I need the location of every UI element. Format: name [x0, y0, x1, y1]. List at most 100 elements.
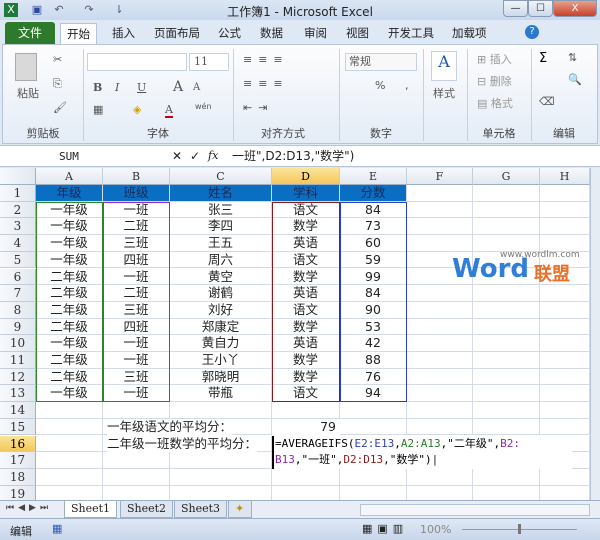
zoom-slider-thumb[interactable] — [518, 524, 521, 534]
sheet-nav-arrows[interactable]: ⏮◀▶⏭ — [6, 503, 52, 513]
cell-H15[interactable] — [540, 418, 590, 436]
macro-record-icon[interactable]: ▦ — [52, 522, 62, 535]
cell-A16[interactable] — [36, 435, 103, 453]
cell-F3[interactable] — [407, 218, 473, 236]
vertical-scrollbar[interactable] — [590, 168, 600, 500]
close-button[interactable]: X — [553, 0, 597, 17]
format-cells-button[interactable]: ▤ 格式 — [477, 95, 513, 111]
row-header-19[interactable]: 19 — [0, 485, 36, 500]
name-box[interactable]: SUM — [4, 148, 154, 165]
cell-editor-D16[interactable]: =AVERAGEIFS(E2:E13,A2:A13,"二年级",B2: B13,"… — [272, 435, 572, 469]
table-cell[interactable]: 一班 — [103, 201, 170, 219]
cell-A14[interactable] — [36, 402, 103, 419]
table-cell[interactable]: 三班 — [103, 235, 170, 252]
table-cell[interactable]: 一班 — [103, 385, 170, 403]
cell-G11[interactable] — [473, 352, 540, 369]
row-header-7[interactable]: 7 — [0, 285, 36, 302]
cell-C18[interactable] — [170, 468, 272, 486]
table-cell[interactable]: 语文 — [272, 201, 340, 219]
row-header-18[interactable]: 18 — [0, 468, 36, 486]
sheet-tab-3[interactable]: Sheet3 — [174, 501, 228, 518]
cell-H12[interactable] — [540, 368, 590, 386]
row-header-11[interactable]: 11 — [0, 352, 36, 369]
row-header-17[interactable]: 17 — [0, 452, 36, 469]
table-cell[interactable]: 三班 — [103, 368, 170, 386]
cell-G13[interactable] — [473, 385, 540, 403]
table-cell[interactable]: 76 — [340, 368, 407, 386]
cell-E19[interactable] — [340, 485, 407, 500]
cell-H9[interactable] — [540, 318, 590, 336]
view-buttons[interactable]: ▦▣▥ — [362, 522, 408, 535]
table-cell[interactable]: 郑康定 — [170, 318, 272, 336]
table-cell[interactable]: 99 — [340, 268, 407, 286]
bold-button[interactable]: B — [93, 81, 102, 94]
italic-button[interactable]: I — [115, 81, 119, 94]
cell-G1[interactable] — [473, 185, 540, 202]
cell-G18[interactable] — [473, 468, 540, 486]
table-cell[interactable]: 88 — [340, 352, 407, 369]
insert-cells-button[interactable]: ⊞ 插入 — [477, 51, 512, 67]
underline-button[interactable]: U — [137, 81, 146, 94]
tab-view[interactable]: 视图 — [340, 23, 375, 44]
table-cell[interactable]: 53 — [340, 318, 407, 336]
table-cell[interactable]: 二年级 — [36, 301, 103, 319]
tab-addins[interactable]: 加载项 — [446, 23, 493, 44]
tab-data[interactable]: 数据 — [254, 23, 289, 44]
row-header-6[interactable]: 6 — [0, 268, 36, 286]
cell-F11[interactable] — [407, 352, 473, 369]
cell-H13[interactable] — [540, 385, 590, 403]
table-cell[interactable]: 数学 — [272, 318, 340, 336]
horizontal-scrollbar[interactable] — [360, 504, 590, 516]
table-cell[interactable]: 带瓶 — [170, 385, 272, 403]
cell-B19[interactable] — [103, 485, 170, 500]
row-header-3[interactable]: 3 — [0, 218, 36, 236]
table-cell[interactable]: 语文 — [272, 385, 340, 403]
table-cell[interactable]: 59 — [340, 251, 407, 269]
cell-A19[interactable] — [36, 485, 103, 500]
cell-F12[interactable] — [407, 368, 473, 386]
column-header-C[interactable]: C — [170, 168, 272, 185]
table-cell[interactable]: 张三 — [170, 201, 272, 219]
column-header-H[interactable]: H — [540, 168, 590, 185]
row-header-14[interactable]: 14 — [0, 402, 36, 419]
table-cell[interactable]: 90 — [340, 301, 407, 319]
tab-insert[interactable]: 插入 — [106, 23, 141, 44]
cell-H11[interactable] — [540, 352, 590, 369]
table-cell[interactable]: 94 — [340, 385, 407, 403]
borders-icon[interactable]: ▦ — [93, 103, 103, 116]
styles-icon[interactable]: A — [431, 51, 457, 81]
cell-G8[interactable] — [473, 301, 540, 319]
row-header-13[interactable]: 13 — [0, 385, 36, 403]
cell-D18[interactable] — [272, 468, 340, 486]
grow-font-button[interactable]: A — [173, 79, 183, 95]
table-header-cell[interactable]: 分数 — [340, 185, 407, 202]
cell-F13[interactable] — [407, 385, 473, 403]
cell-C14[interactable] — [170, 402, 272, 419]
table-cell[interactable]: 二年级 — [36, 285, 103, 302]
new-sheet-icon[interactable]: ✦ — [228, 501, 252, 518]
cell-G14[interactable] — [473, 402, 540, 419]
maximize-button[interactable]: ☐ — [528, 0, 553, 17]
column-header-F[interactable]: F — [407, 168, 473, 185]
table-cell[interactable]: 英语 — [272, 285, 340, 302]
row-header-4[interactable]: 4 — [0, 235, 36, 252]
table-cell[interactable]: 语文 — [272, 251, 340, 269]
table-cell[interactable]: 王小丫 — [170, 352, 272, 369]
table-cell[interactable]: 刘好 — [170, 301, 272, 319]
cell-H18[interactable] — [540, 468, 590, 486]
table-cell[interactable]: 四班 — [103, 251, 170, 269]
table-cell[interactable]: 数学 — [272, 368, 340, 386]
column-header-E[interactable]: E — [340, 168, 407, 185]
cell-F2[interactable] — [407, 201, 473, 219]
column-header-A[interactable]: A — [36, 168, 103, 185]
select-all-corner[interactable] — [0, 168, 36, 185]
table-cell[interactable]: 二年级 — [36, 268, 103, 286]
table-cell[interactable]: 一班 — [103, 352, 170, 369]
cell-E15[interactable] — [340, 418, 407, 436]
worksheet-grid[interactable]: A B C D E F G H 1 年级 班级 姓名 学科 分数 2 一年级 一班 张三 语文 84 3 一年级 二班 李四数… — [0, 168, 590, 500]
table-cell[interactable]: 黄空 — [170, 268, 272, 286]
cell-C17[interactable] — [170, 452, 272, 469]
cell-A15[interactable] — [36, 418, 103, 436]
insert-function-icon[interactable]: fx — [208, 149, 218, 162]
cell-G15[interactable] — [473, 418, 540, 436]
